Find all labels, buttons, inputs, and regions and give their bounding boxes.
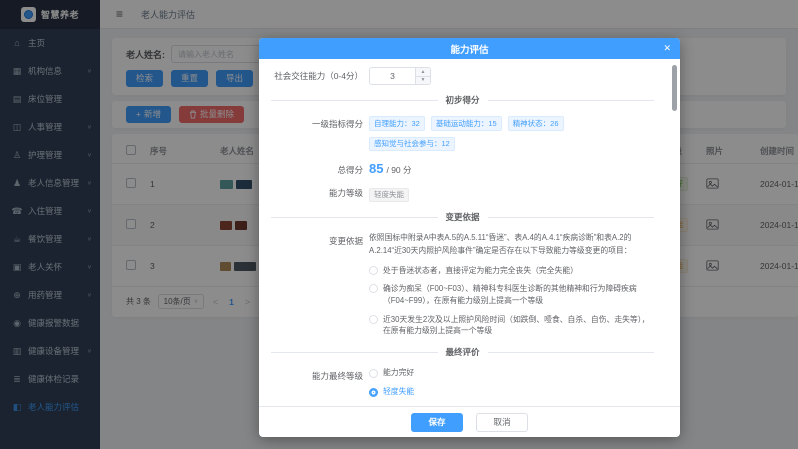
total-score-row: 总得分 85 / 90 分 [271,161,654,176]
section-divider-final: 最终评价 [271,346,654,358]
radio-option-dementia[interactable]: 确诊为痴呆（F00~F03）、精神科专科医生诊断的其他精神和行为障碍疾病（F04… [369,283,654,306]
radio-icon [369,266,378,275]
radio-icon [369,315,378,324]
radio-icon [369,369,378,378]
indicator-tag: 感知觉与社会参与：12 [369,137,455,152]
radio-final-mild[interactable]: 轻度失能 [369,386,654,398]
change-basis-row: 变更依据 依照国标中附录A中表A.5的A.5.11“昏迷”、表A.4的A.4.1… [271,232,654,337]
modal-title: 能力评估 [450,42,488,56]
social-score-value[interactable] [370,68,415,84]
scrollbar-thumb[interactable] [672,65,677,111]
radio-final-moderate[interactable]: 中度失能 [369,405,654,406]
final-level-row: 能力最终等级 能力完好 轻度失能 中度失能 [271,367,654,406]
modal-footer: 保存 取消 [259,406,680,437]
section-divider-preliminary: 初步得分 [271,94,654,106]
indicator-tag: 精神状态：26 [508,116,564,131]
modal-body: 社会交往能力（0-4分） ▲ ▼ 初步得分 一级指标得分 [259,59,680,406]
total-score-suffix: / 90 分 [386,164,411,176]
indicators-label: 一级指标得分 [271,115,363,151]
total-score-label: 总得分 [271,161,363,176]
indicators-row: 一级指标得分 自理能力：32 基础运动能力：15 精神状态：26 感知觉与社会参… [271,115,654,151]
assessment-modal: 能力评估 ✕ 社会交往能力（0-4分） ▲ ▼ [259,38,680,437]
indicator-tag: 自理能力：32 [369,116,425,131]
radio-option-coma[interactable]: 处于昏迷状态者，直接评定为能力完全丧失（完全失能） [369,265,654,277]
modal-scrollbar [672,63,677,402]
final-level-label: 能力最终等级 [271,367,363,406]
capability-level-label: 能力等级 [271,184,363,202]
screen: 智慧养老 ⌂ 主页 ▦ 机构信息 ∨ ▤ 床位管理 ◫ 人事管理 ∨ ♙ [0,0,798,449]
close-icon: ✕ [663,43,671,54]
save-button[interactable]: 保存 [411,413,463,432]
radio-icon [369,284,378,293]
radio-final-intact[interactable]: 能力完好 [369,367,654,379]
modal-header: 能力评估 ✕ [259,38,680,59]
close-button[interactable]: ✕ [663,38,671,59]
total-score-value: 85 [369,161,383,176]
cancel-button[interactable]: 取消 [476,413,528,432]
social-score-label: 社会交往能力（0-4分） [271,67,363,85]
social-score-row: 社会交往能力（0-4分） ▲ ▼ [271,67,654,85]
indicator-tag: 基础运动能力：15 [431,116,502,131]
section-divider-change: 变更依据 [271,211,654,223]
spinner-up-button[interactable]: ▲ [416,68,430,77]
change-basis-description: 依照国标中附录A中表A.5的A.5.11“昏迷”、表A.4的A.4.1“疾病诊断… [369,232,654,258]
spinner-down-button[interactable]: ▼ [416,77,430,85]
capability-level-row: 能力等级 轻度失能 [271,184,654,202]
radio-option-risk-events[interactable]: 近30天发生2次及以上照护风险时间（如跌倒、噎食、自杀、自伤、走失等），在原有能… [369,314,654,337]
capability-level-tag: 轻度失能 [369,188,409,203]
social-score-input[interactable]: ▲ ▼ [369,67,431,85]
change-basis-label: 变更依据 [271,232,363,337]
radio-icon [369,388,378,397]
